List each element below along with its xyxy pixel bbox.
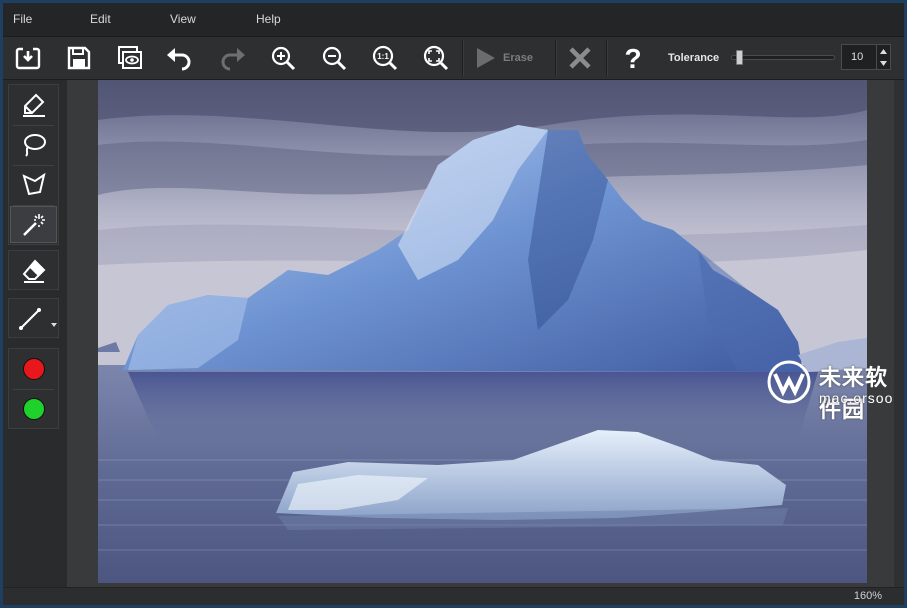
zoom-level: 160% xyxy=(853,590,882,602)
iceberg-photo[interactable] xyxy=(98,80,867,583)
play-icon xyxy=(477,48,495,68)
open-icon xyxy=(15,47,41,70)
polygon-lasso-icon xyxy=(21,172,46,195)
selection-tools-group xyxy=(8,84,59,245)
tolerance-slider-thumb[interactable] xyxy=(736,50,743,65)
menu-file[interactable]: File xyxy=(13,12,32,26)
eraser-icon xyxy=(22,259,45,283)
zoom-out-icon xyxy=(322,46,347,71)
erase-button[interactable]: Erase xyxy=(473,42,549,74)
watermark-logo-icon xyxy=(767,360,811,409)
spin-down-button[interactable] xyxy=(877,57,890,69)
question-icon: ? xyxy=(624,43,641,73)
cancel-button[interactable] xyxy=(561,39,599,77)
line-options-dropdown[interactable] xyxy=(51,314,57,332)
polygon-lasso-tool-button[interactable] xyxy=(10,166,57,203)
line-tool-group xyxy=(8,298,59,338)
red-color-swatch xyxy=(22,357,45,380)
zoom-out-button[interactable] xyxy=(315,39,353,77)
watermark-url: mac.orsoon.com xyxy=(819,390,904,406)
menu-edit[interactable]: Edit xyxy=(90,12,111,26)
menu-view[interactable]: View xyxy=(170,12,196,26)
spinbox-arrows xyxy=(876,45,890,69)
status-bar: 160% xyxy=(3,587,904,605)
toolbar-separator xyxy=(555,40,557,76)
redo-icon xyxy=(221,48,245,71)
toolbar-separator xyxy=(606,40,608,76)
line-tool-button[interactable] xyxy=(10,300,50,337)
actual-size-button[interactable]: 1:1 xyxy=(366,39,404,77)
save-button[interactable] xyxy=(60,39,98,77)
lasso-tool-button[interactable] xyxy=(10,126,57,163)
help-button[interactable]: ? xyxy=(614,39,652,77)
chevron-up-icon xyxy=(880,48,887,54)
help-glyph: ? xyxy=(624,43,641,73)
undo-button[interactable] xyxy=(161,39,199,77)
red-color-button[interactable] xyxy=(10,350,57,387)
actual-size-label: 1:1 xyxy=(377,52,389,61)
close-icon xyxy=(569,47,591,69)
color-group xyxy=(8,348,59,429)
iceberg-image xyxy=(98,80,867,583)
eraser-tool-button[interactable] xyxy=(10,252,57,289)
eraser-tool-group xyxy=(8,250,59,290)
magic-wand-tool-button[interactable] xyxy=(10,206,57,243)
undo-icon xyxy=(167,48,191,71)
tolerance-label: Tolerance xyxy=(668,52,720,64)
tolerance-slider-track xyxy=(731,55,835,60)
tolerance-slider[interactable] xyxy=(731,50,835,65)
chevron-down-icon xyxy=(51,323,57,327)
open-button[interactable] xyxy=(9,39,47,77)
preview-icon xyxy=(118,46,142,69)
lasso-icon xyxy=(23,133,46,157)
toolbar-separator xyxy=(462,40,464,76)
line-tool-icon xyxy=(19,307,41,330)
tools-panel xyxy=(3,80,67,587)
zoom-in-button[interactable] xyxy=(264,39,302,77)
green-color-swatch xyxy=(22,397,45,420)
menu-help[interactable]: Help xyxy=(256,12,281,26)
app-window: File Edit View Help 1:1 Erase ? Toleranc… xyxy=(3,3,904,605)
zoom-in-icon xyxy=(271,46,296,71)
spin-up-button[interactable] xyxy=(877,45,890,57)
preview-button[interactable] xyxy=(111,39,149,77)
tolerance-spinbox[interactable]: 10 xyxy=(841,44,891,70)
chevron-down-icon xyxy=(880,60,887,66)
toolbar: 1:1 Erase ? Tolerance 10 xyxy=(3,37,904,80)
marker-tool-button[interactable] xyxy=(10,86,57,123)
magic-wand-icon xyxy=(22,213,45,236)
green-color-button[interactable] xyxy=(10,390,57,427)
actual-size-icon: 1:1 xyxy=(372,45,398,71)
marker-icon xyxy=(22,93,45,117)
fit-to-window-icon xyxy=(423,45,449,71)
save-icon xyxy=(67,46,91,70)
redo-button[interactable] xyxy=(213,39,251,77)
canvas-area[interactable]: 未来软件园 mac.orsoon.com xyxy=(67,80,904,587)
fit-to-window-button[interactable] xyxy=(417,39,455,77)
menu-bar: File Edit View Help xyxy=(3,3,904,37)
erase-label: Erase xyxy=(503,52,533,64)
vertical-scrollbar[interactable] xyxy=(894,80,904,587)
tolerance-value[interactable]: 10 xyxy=(851,51,863,63)
